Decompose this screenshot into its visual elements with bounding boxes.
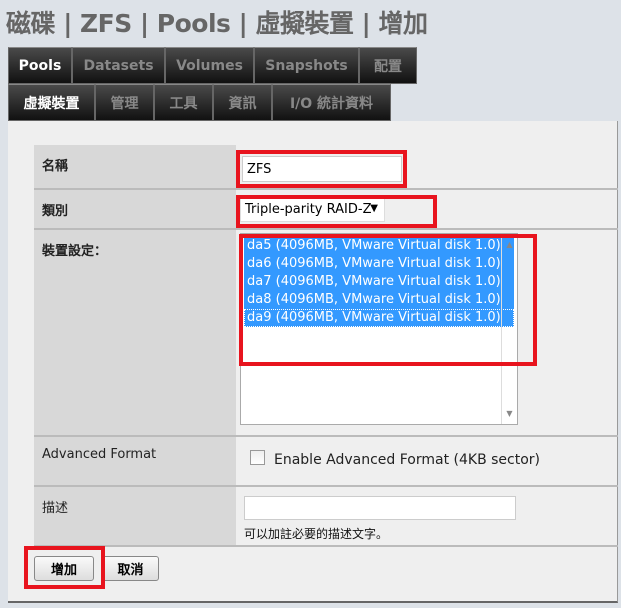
type-label: 類別	[34, 190, 236, 228]
tab-datasets[interactable]: Datasets	[72, 47, 165, 84]
highlight-box	[24, 546, 105, 589]
af-checkbox[interactable]	[250, 450, 265, 465]
af-checkbox-label[interactable]: Enable Advanced Format (4KB sector)	[274, 452, 540, 468]
name-label: 名稱	[34, 145, 236, 188]
page-title: 磁碟 | ZFS | Pools | 虛擬裝置 | 增加	[6, 9, 428, 38]
row-advanced-format: Advanced Format Enable Advanced Format (…	[34, 437, 618, 487]
tab-snapshots[interactable]: Snapshots	[254, 47, 359, 84]
tab-manage[interactable]: 管理	[95, 84, 154, 121]
cancel-button[interactable]: 取消	[102, 556, 159, 581]
description-hint: 可以加註必要的描述文字。	[244, 527, 389, 541]
devices-label: 裝置設定：	[34, 230, 236, 435]
tab-io-stats[interactable]: I/O 統計資料	[272, 84, 391, 121]
secondary-tabs: 虛擬裝置 管理 工具 資訊 I/O 統計資料	[8, 84, 391, 121]
highlight-box	[239, 234, 537, 366]
highlight-box	[236, 195, 437, 228]
tab-volumes[interactable]: Volumes	[165, 47, 254, 84]
tab-pools[interactable]: Pools	[8, 47, 72, 84]
primary-tabs: Pools Datasets Volumes Snapshots 配置	[8, 47, 417, 84]
scroll-down-icon[interactable]: ▼	[502, 409, 517, 418]
tab-tools[interactable]: 工具	[154, 84, 213, 121]
tab-vdev[interactable]: 虛擬裝置	[8, 84, 95, 121]
description-input[interactable]	[244, 496, 516, 520]
row-description: 描述 可以加註必要的描述文字。	[34, 487, 618, 547]
tab-config[interactable]: 配置	[359, 47, 417, 84]
tab-info[interactable]: 資訊	[213, 84, 272, 121]
highlight-box	[236, 150, 407, 188]
af-label: Advanced Format	[34, 437, 236, 485]
desc-label: 描述	[34, 487, 236, 545]
